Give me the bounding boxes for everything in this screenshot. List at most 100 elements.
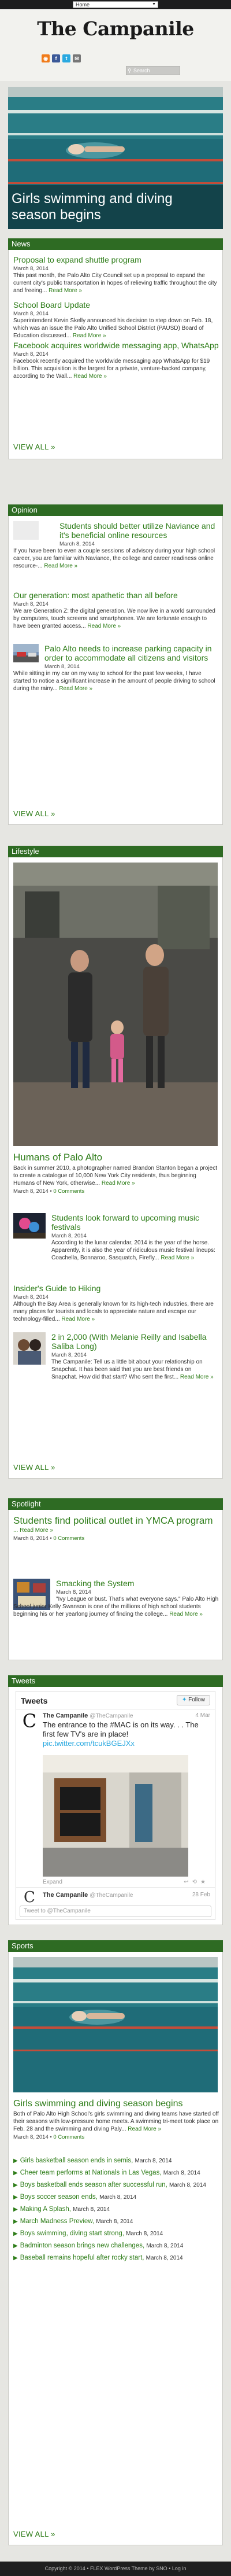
tweet-media-image[interactable]	[43, 1755, 188, 1877]
article-excerpt: Facebook recently acquired the worldwide…	[13, 358, 210, 379]
tweet-author[interactable]: The Campanile	[43, 1712, 88, 1719]
search-input[interactable]: ⚲ Search	[126, 66, 180, 75]
nav-dropdown[interactable]: Home ▼	[73, 1, 158, 8]
read-more-link[interactable]: Read More »	[44, 563, 77, 569]
article-title[interactable]: Students should better utilize Naviance …	[13, 521, 219, 540]
twitter-bird-icon: ✦	[181, 1697, 187, 1703]
article-title[interactable]: Our generation: most apathetic than all …	[13, 591, 219, 600]
bullet-icon: ▶	[13, 2194, 18, 2201]
avatar[interactable]: C	[21, 1890, 38, 1905]
article-date: March 8, 2014	[13, 351, 49, 358]
email-icon[interactable]: ✉	[73, 54, 81, 62]
read-more-link[interactable]: Read More »	[61, 1316, 95, 1322]
tweet-link[interactable]: pic.twitter.com/tcukBGEJXx	[43, 1739, 210, 1748]
view-all-link[interactable]: VIEW ALL »	[13, 443, 55, 451]
headline-title[interactable]: Making A Splash	[20, 2206, 69, 2213]
read-more-link[interactable]: Read More »	[102, 1180, 135, 1186]
article-title[interactable]: Palo Alto needs to increase parking capa…	[13, 644, 219, 662]
article-title[interactable]: Smacking the System	[13, 1579, 219, 1588]
headline-title[interactable]: Girls basketball season ends in semis	[20, 2157, 131, 2164]
tweet-handle[interactable]: @TheCampanile	[90, 1713, 133, 1719]
article-title[interactable]: Insider's Guide to Hiking	[13, 1284, 219, 1293]
double-chevron-right-icon: »	[51, 809, 55, 818]
list-item[interactable]: ▶ March Madness Preview, March 8, 2014	[13, 2216, 219, 2228]
article-title[interactable]: Students find political outlet in YMCA p…	[13, 1515, 219, 1527]
article-date: March 8, 2014	[51, 1352, 87, 1358]
headline-title[interactable]: Badminton season brings new challenges	[20, 2242, 143, 2249]
tweet-time[interactable]: 4 Mar	[195, 1712, 210, 1719]
list-item[interactable]: ▶ Boys basketball ends season after succe…	[13, 2179, 219, 2191]
view-all-link[interactable]: VIEW ALL »	[13, 2530, 55, 2538]
article-title[interactable]: Facebook acquires worldwide messaging ap…	[13, 341, 219, 350]
lifestyle-feature-image[interactable]	[13, 863, 218, 1146]
read-more-link[interactable]: Read More »	[59, 686, 92, 692]
headline-title[interactable]: March Madness Preview	[20, 2218, 92, 2225]
facebook-icon[interactable]: f	[52, 54, 60, 62]
tweet-author[interactable]: The Campanile	[43, 1892, 88, 1899]
twitter-icon[interactable]: t	[62, 54, 70, 62]
favorite-icon[interactable]: ★	[200, 1879, 209, 1885]
top-nav-bar: Home ▼	[0, 0, 231, 9]
list-item[interactable]: ▶ Girls basketball season ends in semis, …	[13, 2155, 219, 2167]
headline-title[interactable]: Cheer team performs at Nationals in Las …	[20, 2169, 160, 2176]
read-more-link[interactable]: Read More »	[73, 333, 106, 339]
headline-title[interactable]: Boys soccer season ends	[20, 2194, 96, 2201]
tweets-section: Tweets Tweets ✦ Follow C The Campanile @…	[8, 1675, 223, 1925]
read-more-link[interactable]: ... Read More »	[13, 1527, 53, 1534]
tweet-compose-input[interactable]: Tweet to @TheCampanile	[20, 1906, 211, 1917]
avatar[interactable]: C	[21, 1712, 38, 1730]
list-item[interactable]: ▶ Baseball remains hopeful after rocky st…	[13, 2252, 219, 2264]
list-item[interactable]: ▶ Badminton season brings new challenges,…	[13, 2240, 219, 2252]
rss-icon[interactable]: ◉	[42, 54, 50, 62]
news-article: School Board Update March 8, 2014 Superi…	[13, 300, 219, 340]
headline-date: March 8, 2014	[96, 2218, 133, 2225]
headline-title[interactable]: Baseball remains hopeful after rocky sta…	[20, 2254, 143, 2261]
article-title[interactable]: 2 in 2,000 (With Melanie Reilly and Isab…	[13, 1332, 219, 1351]
view-all-link[interactable]: VIEW ALL »	[13, 809, 55, 818]
search-icon: ⚲	[128, 68, 132, 73]
read-more-link[interactable]: Read More »	[87, 623, 121, 629]
list-item[interactable]: ▶ Boys swimming, diving start strong, Mar…	[13, 2228, 219, 2240]
list-item[interactable]: ▶ Boys soccer season ends, March 8, 2014	[13, 2191, 219, 2203]
tweet-time[interactable]: 28 Feb	[192, 1892, 210, 1898]
retweet-icon[interactable]: ⟲	[192, 1879, 200, 1885]
read-more-link[interactable]: Read More »	[161, 1255, 194, 1261]
article-date: March 8, 2014	[56, 1589, 91, 1595]
article-date: March 8, 2014	[13, 311, 49, 317]
article-date: March 8, 2014	[59, 541, 95, 547]
article-date: March 8, 2014	[13, 1535, 49, 1542]
article-title[interactable]: Students look forward to upcoming music …	[13, 1213, 219, 1232]
site-logo[interactable]: The Campanile	[0, 17, 231, 40]
bullet-icon: ▶	[13, 2158, 18, 2164]
comments-link[interactable]: 0 Comments	[53, 1535, 84, 1542]
headline-date: March 8, 2014	[73, 2206, 110, 2213]
headline-title[interactable]: Boys swimming, diving start strong	[20, 2230, 122, 2237]
read-more-link[interactable]: Read More »	[169, 1611, 203, 1617]
double-chevron-right-icon: »	[51, 1463, 55, 1472]
read-more-link[interactable]: Read More »	[49, 288, 82, 294]
read-more-link[interactable]: Read More »	[73, 373, 107, 379]
article-date: March 8, 2014	[13, 266, 49, 272]
expand-link[interactable]: Expand	[43, 1879, 62, 1885]
view-all-link[interactable]: VIEW ALL »	[13, 1463, 55, 1472]
article-title[interactable]: School Board Update	[13, 300, 219, 309]
reply-icon[interactable]: ↩	[184, 1879, 192, 1885]
headline-title[interactable]: Boys basketball ends season after succes…	[20, 2181, 166, 2188]
article-title[interactable]: Proposal to expand shuttle program	[13, 255, 219, 264]
article-excerpt: While sitting in my car on my way to sch…	[13, 670, 215, 692]
list-item[interactable]: ▶ Cheer team performs at Nationals in Las…	[13, 2167, 219, 2179]
tweet-handle[interactable]: @TheCampanile	[90, 1892, 133, 1899]
view-all-label: VIEW ALL	[13, 443, 49, 451]
sports-feature-image[interactable]	[13, 1957, 218, 2092]
spotlight-heading: Spotlight	[8, 1498, 223, 1510]
read-more-link[interactable]: Read More »	[180, 1374, 214, 1380]
follow-button[interactable]: ✦ Follow	[177, 1695, 210, 1705]
comments-link[interactable]: 0 Comments	[53, 2134, 84, 2140]
read-more-link[interactable]: Read More »	[128, 2126, 161, 2132]
sports-heading: Sports	[8, 1940, 223, 1952]
hero-story[interactable]: Girls swimming and diving season begins	[8, 87, 223, 229]
list-item[interactable]: ▶ Making A Splash, March 8, 2014	[13, 2203, 219, 2216]
comments-link[interactable]: 0 Comments	[53, 1188, 84, 1195]
article-title[interactable]: Humans of Palo Alto	[13, 1152, 219, 1163]
article-title[interactable]: Girls swimming and diving season begins	[13, 2098, 219, 2109]
